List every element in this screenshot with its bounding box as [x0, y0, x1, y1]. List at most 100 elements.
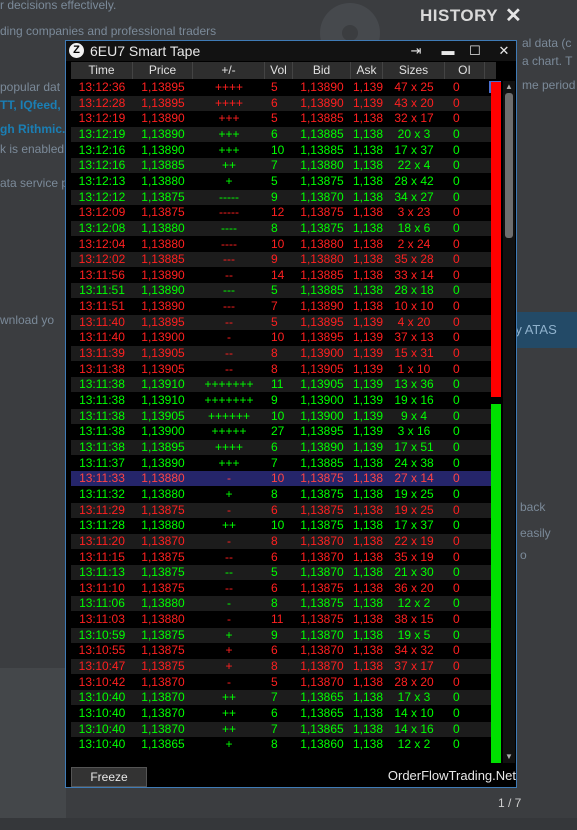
- table-row[interactable]: 13:11:38 1,13905 ++++++ 10 1,13900 1,139 9 x 4…: [71, 408, 496, 424]
- history-close-icon[interactable]: ✕: [505, 3, 522, 28]
- close-button[interactable]: ✕: [493, 41, 515, 61]
- cell-price: 1,13880: [141, 471, 185, 486]
- cell-sizes: 2 x 24: [397, 236, 431, 251]
- table-row[interactable]: 13:11:39 1,13905 -- 8 1,13900 1,139 15 x 31 0: [71, 346, 496, 362]
- scroll-up-icon[interactable]: ▲: [503, 81, 515, 93]
- table-row[interactable]: 13:10:40 1,13865 +8 1,13860 1,138 12 x 2 0: [71, 737, 496, 752]
- table-row[interactable]: 13:11:40 1,13900 - 10 1,13895 1,139 37 x 13 0: [71, 330, 496, 345]
- table-row[interactable]: 13:11:37 1,13890 +++ 7 1,13885 1,138 24 x 38 0: [71, 456, 496, 471]
- cell-oi: 0: [453, 95, 460, 110]
- table-row[interactable]: 13:11:10 1,13875 -- 6 1,13875 1,138 36 x 20 0: [71, 581, 496, 596]
- cell-sizes: 22 x 4: [397, 158, 431, 173]
- cell-time: 13:12:16: [78, 142, 126, 157]
- table-row[interactable]: 13:11:56 1,13890 -- 14 1,13885 1,138 33 x 14 0: [71, 268, 496, 283]
- column-header-vol[interactable]: Vol: [265, 62, 293, 79]
- table-row[interactable]: 13:11:38 1,13900 +++++ 27 1,13895 1,139 3 x 16…: [71, 424, 496, 439]
- scroll-down-icon[interactable]: ▼: [503, 751, 515, 763]
- cell-sizes: 19 x 25: [394, 486, 434, 501]
- table-row[interactable]: 13:10:47 1,13875 +8 1,13870 1,138 37 x 17 0: [71, 659, 496, 675]
- table-row[interactable]: 13:12:02 1,13885 --- 9 1,13880 1,138 35 x 28 0: [71, 252, 496, 268]
- table-row[interactable]: 13:11:03 1,13880 - 11 1,13875 1,138 38 x 15 0: [71, 612, 496, 627]
- history-pager: 1 / 7: [498, 796, 522, 810]
- cell-ask: 1,139: [353, 408, 383, 423]
- table-row[interactable]: 13:11:20 1,13870 - 8 1,13870 1,138 22 x 19 0: [71, 533, 496, 549]
- column-header-price[interactable]: Price: [133, 62, 193, 79]
- maximize-button[interactable]: ☐: [464, 41, 486, 61]
- table-row[interactable]: 13:12:08 1,13880 ---- 8 1,13875 1,138 18 x 6 0: [71, 220, 496, 236]
- table-row[interactable]: 13:11:51 1,13890 --- 5 1,13885 1,138 28 x 18 0: [71, 283, 496, 299]
- table-row[interactable]: 13:11:38 1,13905 -- 8 1,13905 1,139 1 x 10 0: [71, 362, 496, 377]
- cell-pm: --: [225, 549, 233, 564]
- table-row[interactable]: 13:10:40 1,13870 ++ 7 1,13865 1,138 14 x 16 0: [71, 721, 496, 737]
- table-row[interactable]: 13:10:40 1,13870 ++ 6 1,13865 1,138 14 x 10 0: [71, 706, 496, 721]
- column-header-pm[interactable]: +/-: [193, 62, 265, 79]
- table-row[interactable]: 13:12:16 1,13885 ++ 7 1,13880 1,138 22 x 4 0: [71, 158, 496, 174]
- cell-bid: 1,13865: [300, 706, 344, 720]
- cell-time: 13:12:16: [78, 158, 126, 173]
- table-row[interactable]: 13:12:12 1,13875 ----- 9 1,13870 1,138 34 x 27…: [71, 189, 496, 205]
- cell-ask: 1,138: [353, 236, 383, 251]
- cell-time: 13:11:29: [79, 502, 125, 517]
- cell-bid: 1,13890: [300, 439, 344, 454]
- cell-bid: 1,13875: [300, 471, 344, 486]
- table-row[interactable]: 13:12:19 1,13890 +++ 5 1,13885 1,138 32 x 17 0: [71, 111, 496, 126]
- table-row[interactable]: 13:11:38 1,13910 +++++++ 11 1,13905 1,139 13 x…: [71, 377, 496, 393]
- column-header-time[interactable]: Time: [71, 62, 133, 79]
- table-row[interactable]: 13:11:15 1,13875 -- 6 1,13870 1,138 35 x 19 0: [71, 550, 496, 565]
- cell-oi: 0: [453, 173, 460, 188]
- table-row[interactable]: 13:11:13 1,13875 -- 5 1,13870 1,138 21 x 30 0: [71, 565, 496, 581]
- cell-ask: 1,139: [353, 393, 383, 407]
- table-row[interactable]: 13:10:40 1,13870 ++ 7 1,13865 1,138 17 x 3 0: [71, 690, 496, 706]
- column-header-sizes[interactable]: Sizes: [383, 62, 445, 79]
- cell-sizes: 17 x 51: [394, 439, 434, 454]
- table-row[interactable]: 13:12:19 1,13890 +++ 6 1,13885 1,138 20 x 3 0: [71, 126, 496, 142]
- vertical-scrollbar[interactable]: ▲ ▼: [503, 81, 515, 763]
- cell-pm: ++++: [214, 95, 244, 110]
- table-row[interactable]: 13:12:16 1,13890 +++ 10 1,13885 1,138 17 x 37 0: [71, 143, 496, 158]
- background-text: al data (c: [522, 36, 572, 50]
- column-header-oi[interactable]: OI: [445, 62, 485, 79]
- table-row[interactable]: 13:12:28 1,13895 ++++ 6 1,13890 1,139 43 x 20 0: [71, 95, 496, 111]
- cell-vol: 10: [271, 236, 285, 251]
- scroll-thumb[interactable]: [505, 93, 513, 238]
- table-row[interactable]: 13:11:29 1,13875 - 6 1,13875 1,138 19 x 25 0: [71, 502, 496, 518]
- cell-sizes: 18 x 6: [397, 220, 431, 235]
- table-row[interactable]: 13:11:38 1,13895 ++++ 6 1,13890 1,139 17 x 51 0: [71, 439, 496, 455]
- cell-bid: 1,13875: [300, 612, 344, 627]
- cell-bid: 1,13905: [300, 377, 344, 392]
- table-row[interactable]: 13:11:06 1,13880 - 8 1,13875 1,138 12 x 2 0: [71, 596, 496, 612]
- column-header-ask[interactable]: Ask: [351, 62, 383, 79]
- cell-price: 1,13890: [141, 111, 185, 126]
- cell-oi: 0: [453, 439, 460, 454]
- table-row[interactable]: 13:11:51 1,13890 --- 7 1,13890 1,138 10 x 10 0: [71, 299, 496, 314]
- cell-vol: 5: [271, 283, 278, 298]
- table-row[interactable]: 13:12:13 1,13880 +5 1,13875 1,138 28 x 42 0: [71, 174, 496, 189]
- freeze-button[interactable]: Freeze: [71, 767, 147, 787]
- background-text: a chart. T: [522, 54, 573, 68]
- cell-pm: +++: [218, 126, 240, 141]
- cell-pm: -----: [219, 205, 239, 220]
- table-row[interactable]: 13:12:36 1,13895 ++++ 5 1,13890 1,139 47 x 25 0: [71, 80, 496, 95]
- table-row[interactable]: 13:10:59 1,13875 +9 1,13870 1,138 19 x 5 0: [71, 627, 496, 643]
- table-row[interactable]: 13:12:09 1,13875 ----- 12 1,13875 1,138 3 x 23…: [71, 205, 496, 220]
- table-row[interactable]: 13:11:40 1,13895 -- 5 1,13895 1,139 4 x 20 0: [71, 314, 496, 330]
- cell-oi: 0: [453, 220, 460, 235]
- cell-bid: 1,13875: [300, 580, 344, 595]
- background-text: ding companies and professional traders: [0, 24, 217, 38]
- cell-ask: 1,138: [353, 283, 383, 298]
- table-row[interactable]: 13:10:42 1,13870 - 5 1,13870 1,138 28 x 20 0: [71, 675, 496, 690]
- table-row[interactable]: 13:11:28 1,13880 ++ 10 1,13875 1,138 17 x 37 0: [71, 518, 496, 533]
- cell-oi: 0: [453, 361, 460, 376]
- table-row[interactable]: 13:11:33 1,13880 - 10 1,13875 1,138 27 x 14 0: [71, 471, 496, 487]
- table-row[interactable]: 13:12:04 1,13880 ---- 10 1,13880 1,138 2 x 24 0: [71, 237, 496, 252]
- column-header-bid[interactable]: Bid: [293, 62, 351, 79]
- table-row[interactable]: 13:10:55 1,13875 +6 1,13870 1,138 34 x 32 0: [71, 643, 496, 658]
- title-bar[interactable]: Z 6EU7 Smart Tape ⇥ ▬ ☐ ✕: [66, 41, 516, 61]
- table-row[interactable]: 13:11:32 1,13880 +8 1,13875 1,138 19 x 25 0: [71, 487, 496, 502]
- cell-ask: 1,138: [353, 158, 383, 173]
- background-text: back: [520, 500, 546, 514]
- table-row[interactable]: 13:11:38 1,13910 +++++++ 9 1,13900 1,139 19 x …: [71, 393, 496, 408]
- cell-oi: 0: [453, 346, 460, 361]
- pin-icon[interactable]: ⇥: [405, 41, 427, 61]
- minimize-button[interactable]: ▬: [437, 41, 459, 61]
